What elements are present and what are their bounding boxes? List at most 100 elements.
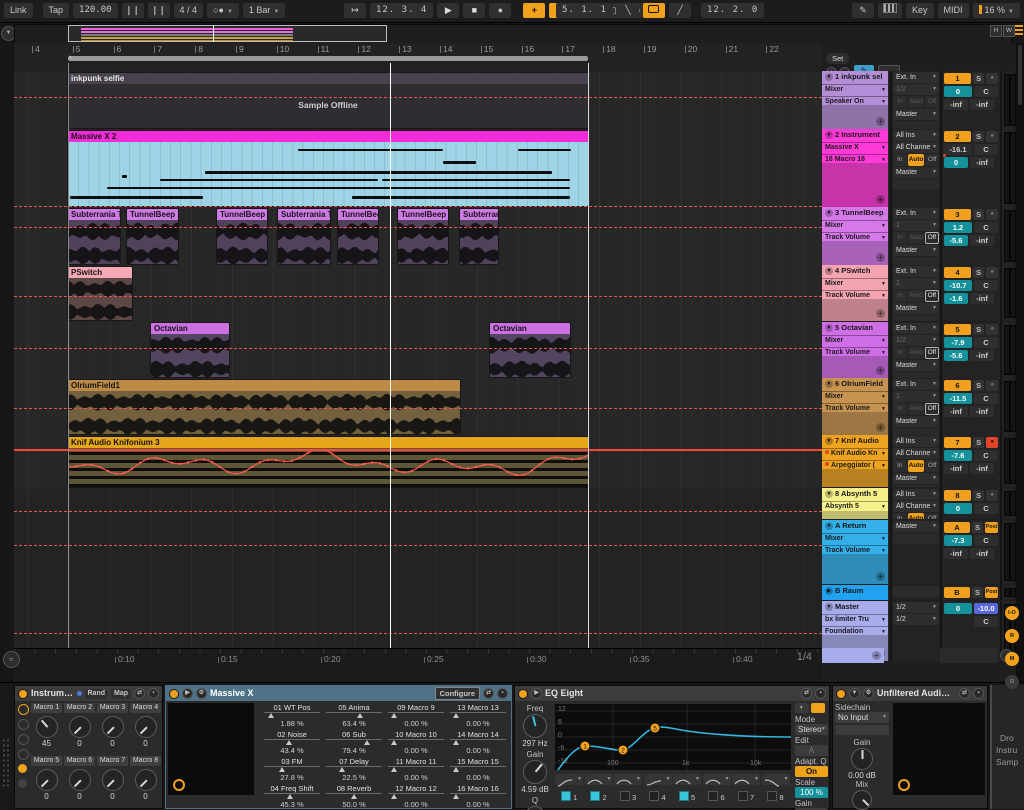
track-number-badge[interactable]: 4: [944, 267, 971, 278]
freq-knob[interactable]: [523, 714, 547, 738]
param-slider[interactable]: [388, 766, 444, 773]
automation-breakpoint-line[interactable]: [14, 296, 822, 297]
clip-octavian[interactable]: Octavian: [490, 323, 570, 377]
fold-track-icon[interactable]: ▼: [825, 490, 833, 498]
eq-band-3[interactable]: ▼ 3: [614, 774, 642, 802]
ruler-bar-11[interactable]: 11: [318, 44, 330, 54]
send-b-value[interactable]: -inf: [970, 235, 994, 246]
send-a-value[interactable]: -5.6: [944, 235, 968, 246]
solo-button[interactable]: S: [972, 490, 985, 501]
filter-type-select[interactable]: ▼: [702, 774, 731, 785]
massive-param-08-reverb[interactable]: 08 Reverb 50.0 %: [324, 784, 384, 810]
output-select[interactable]: Master ▼: [893, 245, 939, 256]
arm-button[interactable]: ●: [986, 437, 998, 448]
solo-button[interactable]: S: [971, 587, 984, 598]
wrench-icon[interactable]: ⚙: [196, 688, 207, 699]
vertical-scrollbar[interactable]: [1016, 43, 1024, 682]
track-name[interactable]: ▼ 1 inkpunk sel: [822, 71, 888, 83]
add-automation-lane-icon[interactable]: +: [876, 117, 885, 126]
scale-value[interactable]: 100 %: [795, 787, 828, 798]
automation-breakpoint-line[interactable]: [14, 408, 822, 409]
massive-param-06-sub[interactable]: 06 Sub 79.4 %: [324, 730, 384, 756]
track-number-badge[interactable]: 5: [944, 324, 971, 335]
add-automation-lane-icon[interactable]: +: [876, 253, 885, 262]
clip-tunnelbeep[interactable]: TunnelBeep: [338, 209, 378, 264]
show-macros-icon[interactable]: [18, 764, 27, 773]
io-select[interactable]: All Ins ▼: [893, 436, 939, 447]
io-select[interactable]: 1/2 ▼: [893, 84, 939, 95]
automation-mode-icon[interactable]: ≈: [3, 651, 20, 668]
fold-track-icon[interactable]: ▼: [825, 267, 833, 275]
track-device-select[interactable]: Mixer ▼: [822, 84, 888, 95]
device-on-icon[interactable]: [18, 688, 28, 699]
arm-button[interactable]: ●: [986, 324, 998, 335]
hot-swap-icon[interactable]: ⇄: [483, 688, 494, 699]
add-automation-lane-icon[interactable]: +: [876, 195, 885, 204]
ruler-bar-21[interactable]: 21: [726, 44, 738, 54]
track-device-select[interactable]: Mixer ▼: [822, 533, 888, 544]
output-select[interactable]: Master ▼: [893, 416, 939, 427]
pan-value[interactable]: C: [974, 337, 998, 348]
q-knob[interactable]: [525, 806, 545, 810]
overview-viewport[interactable]: [68, 25, 387, 42]
gain-knob[interactable]: [523, 760, 547, 784]
adapt-q-toggle[interactable]: On: [795, 766, 828, 777]
map-button[interactable]: Map: [111, 688, 131, 699]
track-device-select[interactable]: Knif Audio Kn ▼: [822, 448, 888, 459]
device-on-icon[interactable]: [518, 688, 528, 699]
save-preset-icon[interactable]: ▪: [148, 688, 159, 699]
volume-value[interactable]: -7.9: [944, 337, 972, 348]
ruler-bar-19[interactable]: 19: [644, 44, 656, 54]
track-name[interactable]: ▼ A Return: [822, 520, 888, 532]
io-select[interactable]: Master ▼: [893, 521, 939, 532]
punch-in-icon[interactable]: ╲: [616, 3, 639, 18]
record-button[interactable]: ●: [489, 3, 512, 18]
track-color-block[interactable]: ▼ 1 inkpunk sel Mixer ▼ Speaker On ▼ +: [822, 71, 888, 129]
track-color-block[interactable]: ▼ 7 Knif Audio Knif Audio Kn ▼ Arpeggiator (…: [822, 435, 888, 487]
follow-arrow-icon[interactable]: ↦: [344, 3, 366, 18]
device-instrument-rack[interactable]: Instrument Rack Rand Map ⇄ ▪ Macro 145Ma…: [14, 685, 163, 809]
automation-breakpoint-line[interactable]: [14, 633, 822, 634]
macro-5[interactable]: Macro 5 0: [31, 756, 62, 807]
macro-knob[interactable]: [68, 716, 91, 738]
output-select[interactable]: Master ▼: [893, 473, 939, 484]
eq-band-4[interactable]: ▼ 4: [643, 774, 672, 802]
macro-6[interactable]: Macro 6 0: [64, 756, 95, 807]
ruler-bar-8[interactable]: 8: [195, 44, 203, 54]
ruler-bar-20[interactable]: 20: [685, 44, 697, 54]
track-header-a-return[interactable]: ▼ A Return Mixer ▼ Track Volume ▼ + Master ▼ A S Po…: [822, 520, 1016, 584]
massive-param-14-macro-14[interactable]: 14 Macro 14 0.00 %: [448, 730, 508, 756]
track-name[interactable]: ▼ 5 Octavian: [822, 322, 888, 334]
solo-button[interactable]: S: [972, 267, 985, 278]
ruler-bar-7[interactable]: 7: [154, 44, 162, 54]
param-slider[interactable]: [264, 793, 320, 800]
fold-track-icon[interactable]: ▼: [825, 324, 833, 332]
fold-track-icon[interactable]: ▼: [825, 603, 833, 611]
hot-swap-icon[interactable]: ⇄: [959, 688, 970, 699]
macro-knob[interactable]: [134, 716, 157, 738]
param-slider[interactable]: [264, 712, 320, 719]
set-label[interactable]: Set: [826, 53, 850, 64]
draw-mode-icon[interactable]: ✎: [852, 3, 875, 18]
monitor-off-button[interactable]: Off: [924, 403, 939, 415]
param-slider[interactable]: [326, 793, 382, 800]
massive-param-16-macro-16[interactable]: 16 Macro 16 0.00 %: [448, 784, 508, 810]
gain-knob[interactable]: [851, 748, 873, 770]
fold-icon[interactable]: ▼: [849, 688, 860, 699]
eq-band-5[interactable]: ▼ 5: [673, 774, 701, 802]
mode-select[interactable]: Stereo ▼: [795, 724, 828, 735]
macro-state-icon[interactable]: [18, 749, 29, 760]
empty-slot[interactable]: [893, 428, 939, 435]
mixer-section-toggle-m[interactable]: M: [1005, 652, 1019, 666]
hot-swap-icon[interactable]: ⇄: [801, 688, 812, 699]
arrangement-position-field[interactable]: 12. 3. 4: [370, 3, 434, 18]
track-name[interactable]: ▼ 2 Instrument: [822, 129, 888, 141]
show-chains-icon[interactable]: [18, 779, 27, 788]
track-lane-9[interactable]: [14, 521, 822, 587]
clip-inkpunk-selfie[interactable]: inkpunk selfie Sample Offline: [68, 73, 588, 128]
track-device-select[interactable]: bx limiter Tru ▼: [822, 614, 888, 625]
empty-slot[interactable]: [893, 586, 939, 597]
param-slider[interactable]: [264, 739, 320, 746]
hide-icon[interactable]: [18, 734, 29, 745]
monitor-off-button[interactable]: Off: [924, 232, 939, 244]
